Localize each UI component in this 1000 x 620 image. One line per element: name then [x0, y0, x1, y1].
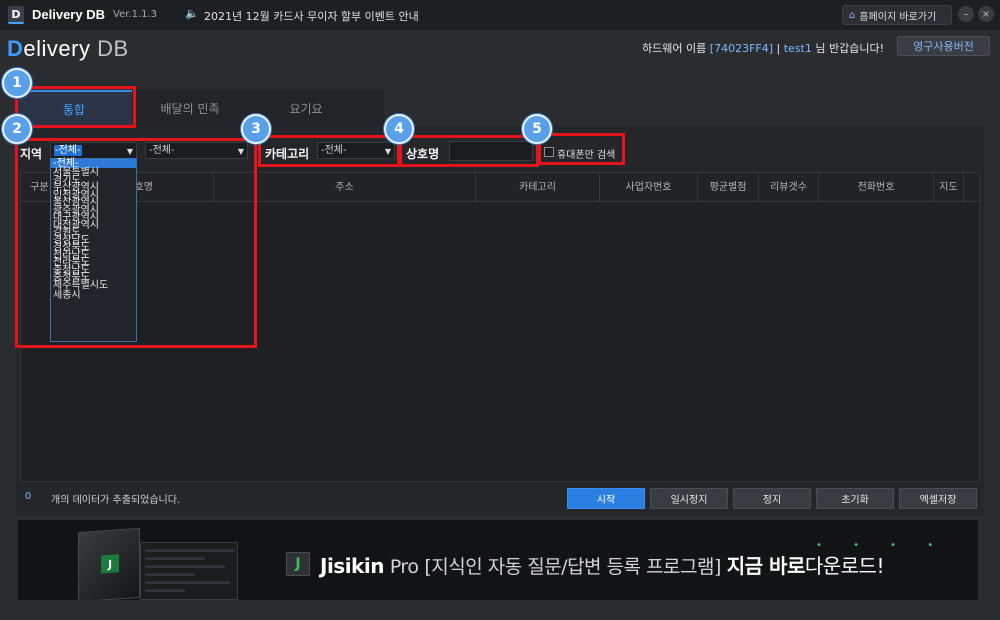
product-box-image: J: [78, 527, 140, 600]
result-count: 0: [25, 491, 32, 502]
app-name: Delivery DB: [32, 7, 105, 22]
annotation-badge-1: 1: [2, 68, 32, 98]
hardware-id: [74023FF4]: [709, 42, 774, 55]
speaker-icon: 🔈: [185, 7, 199, 20]
col-business-number[interactable]: 사업자번호: [600, 173, 698, 202]
col-avg-rating[interactable]: 평균별점: [698, 173, 759, 202]
category-label: 카테고리: [265, 147, 310, 161]
jisikin-logo-icon: J: [286, 552, 310, 576]
chevron-down-icon: ▼: [384, 147, 391, 156]
app-icon: D: [8, 6, 24, 24]
annotation-badge-5: 5: [522, 114, 552, 144]
region-option[interactable]: 제주특별시도: [51, 280, 136, 291]
welcome-message: 하드웨어 이름 [74023FF4] | test1 님 반갑습니다!: [642, 42, 884, 55]
start-button[interactable]: 시작: [567, 488, 645, 509]
reset-button[interactable]: 초기화: [816, 488, 894, 509]
col-review-count[interactable]: 리뷰갯수: [759, 173, 819, 202]
title-bar: D Delivery DB Ver.1.1.3 🔈 2021년 12월 카드사 …: [0, 0, 1000, 30]
homepage-button[interactable]: ⌂ 홈페이지 바로가기: [842, 5, 952, 25]
shop-name-label: 상호명: [406, 147, 440, 161]
annotation-badge-4: 4: [384, 114, 414, 144]
annotation-badge-2: 2: [2, 114, 32, 144]
homepage-button-label: 홈페이지 바로가기: [859, 11, 937, 23]
phone-only-label: 휴대폰만 검색: [557, 150, 616, 161]
region-select[interactable]: -전체- ▼: [50, 142, 137, 159]
subregion-select[interactable]: -전체- ▼: [145, 142, 248, 159]
result-message: 개의 데이터가 추출되었습니다.: [51, 495, 181, 506]
tab-bar: 통합 배달의 민족 요기요: [16, 90, 384, 126]
chevron-down-icon: ▼: [126, 147, 133, 156]
close-button[interactable]: ×: [978, 6, 994, 22]
product-screenshot: [140, 542, 238, 600]
app-version: Ver.1.1.3: [113, 9, 158, 20]
pause-button[interactable]: 일시정지: [650, 488, 728, 509]
region-dropdown-list[interactable]: -전체- 서울특별시 경기도 부산광역시 인천광역시 울산광역시 광주광역시 대…: [50, 158, 137, 342]
promo-banner[interactable]: J J • • • • Jisikin Pro [지식인 자동 질문/답변 등록…: [18, 520, 978, 600]
tab-baemin[interactable]: 배달의 민족: [132, 90, 248, 126]
col-category[interactable]: 카테고리: [476, 173, 600, 202]
annotation-badge-3: 3: [241, 114, 271, 144]
notice-link[interactable]: 2021년 12월 카드사 무이자 할부 이벤트 안내: [204, 8, 419, 24]
table-header: 구분 상호명 주소 카테고리 사업자번호 평균별점 리뷰갯수 전화번호 지도: [21, 173, 979, 202]
minimize-button[interactable]: –: [958, 6, 974, 22]
user-name: test1: [783, 42, 812, 55]
category-select[interactable]: -전체- ▼: [317, 142, 395, 159]
phone-only-checkbox[interactable]: [544, 147, 554, 157]
stop-button[interactable]: 정지: [733, 488, 811, 509]
export-excel-button[interactable]: 엑셀저장: [899, 488, 977, 509]
permanent-version-button[interactable]: 영구사용버전: [897, 36, 990, 56]
results-table[interactable]: 구분 상호명 주소 카테고리 사업자번호 평균별점 리뷰갯수 전화번호 지도: [20, 172, 980, 482]
home-icon: ⌂: [849, 9, 856, 21]
tab-integrated[interactable]: 통합: [16, 90, 132, 126]
chevron-down-icon: ▼: [237, 147, 244, 156]
region-label: 지역: [20, 147, 43, 161]
col-address[interactable]: 주소: [214, 173, 476, 202]
app-logo: Delivery DB: [7, 36, 129, 61]
region-option[interactable]: 세종시: [51, 290, 136, 301]
shop-name-input[interactable]: [449, 141, 533, 161]
col-map[interactable]: 지도: [934, 173, 964, 202]
banner-headline: Jisikin Pro [지식인 자동 질문/답변 등록 프로그램] 지금 바로…: [320, 554, 884, 578]
col-phone[interactable]: 전화번호: [819, 173, 934, 202]
